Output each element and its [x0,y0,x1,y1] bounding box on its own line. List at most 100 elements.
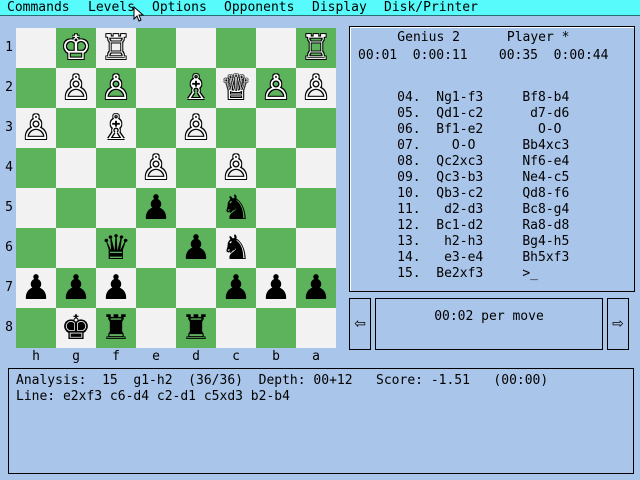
board-square-b2[interactable]: ♙ [256,68,296,108]
white-pawn-icon[interactable]: ♙ [256,68,296,108]
board-square-f6[interactable]: ♛ [96,228,136,268]
white-pawn-icon[interactable]: ♙ [296,68,336,108]
board-square-f7[interactable]: ♟ [96,268,136,308]
board-square-c5[interactable]: ♞ [216,188,256,228]
board-square-e8[interactable] [136,308,176,348]
board-square-d3[interactable]: ♙ [176,108,216,148]
black-pawn-icon[interactable]: ♟ [256,268,296,308]
white-pawn-icon[interactable]: ♙ [96,68,136,108]
black-king-icon[interactable]: ♚ [56,308,96,348]
black-knight-icon[interactable]: ♞ [216,188,256,228]
white-king-icon[interactable]: ♔ [56,28,96,68]
board-square-g2[interactable]: ♙ [56,68,96,108]
board-square-f8[interactable]: ♜ [96,308,136,348]
board-square-f4[interactable] [96,148,136,188]
board-square-a6[interactable] [296,228,336,268]
board-square-b8[interactable] [256,308,296,348]
black-pawn-icon[interactable]: ♟ [176,228,216,268]
board-square-a5[interactable] [296,188,336,228]
board-square-d6[interactable]: ♟ [176,228,216,268]
black-pawn-icon[interactable]: ♟ [136,188,176,228]
next-move-button[interactable]: ⇨ [607,298,629,350]
board-square-c8[interactable] [216,308,256,348]
board-square-g7[interactable]: ♟ [56,268,96,308]
board-square-b1[interactable] [256,28,296,68]
white-pawn-icon[interactable]: ♙ [216,148,256,188]
board-square-b7[interactable]: ♟ [256,268,296,308]
menu-levels[interactable]: Levels [86,0,137,16]
previous-move-button[interactable]: ⇦ [349,298,371,350]
board-square-c1[interactable] [216,28,256,68]
white-rook-icon[interactable]: ♖ [96,28,136,68]
board-square-e1[interactable] [136,28,176,68]
board-square-e4[interactable]: ♙ [136,148,176,188]
board-square-a7[interactable]: ♟ [296,268,336,308]
board-square-d5[interactable] [176,188,216,228]
menu-options[interactable]: Options [150,0,209,16]
black-pawn-icon[interactable]: ♟ [56,268,96,308]
black-pawn-icon[interactable]: ♟ [16,268,56,308]
board-square-a2[interactable]: ♙ [296,68,336,108]
black-queen-icon[interactable]: ♛ [96,228,136,268]
board-square-g3[interactable] [56,108,96,148]
board-square-e7[interactable] [136,268,176,308]
menu-opponents[interactable]: Opponents [222,0,296,16]
board-square-d1[interactable] [176,28,216,68]
board-square-c7[interactable]: ♟ [216,268,256,308]
board-square-g6[interactable] [56,228,96,268]
board-square-b6[interactable] [256,228,296,268]
board-square-d7[interactable] [176,268,216,308]
board-square-d8[interactable]: ♜ [176,308,216,348]
black-pawn-icon[interactable]: ♟ [216,268,256,308]
board-square-h8[interactable] [16,308,56,348]
board-square-f5[interactable] [96,188,136,228]
board-square-b3[interactable] [256,108,296,148]
black-knight-icon[interactable]: ♞ [216,228,256,268]
board-square-b5[interactable] [256,188,296,228]
board-square-c3[interactable] [216,108,256,148]
black-pawn-icon[interactable]: ♟ [96,268,136,308]
white-bishop-icon[interactable]: ♗ [96,108,136,148]
board-square-h6[interactable] [16,228,56,268]
board-square-e5[interactable]: ♟ [136,188,176,228]
board-square-c2[interactable]: ♕ [216,68,256,108]
board-square-c6[interactable]: ♞ [216,228,256,268]
board-square-a4[interactable] [296,148,336,188]
board-square-a3[interactable] [296,108,336,148]
chess-board[interactable]: ♔ ♖ ♖ ♙ ♙ ♗ ♕ ♙ ♙ ♙ ♗ ♙ ♙ ♙ ♟ ♞ ♛ ♟ ♞ ♟ ♟ ♟ ♟ ♟ ♟ ♚ ♜ ♜ [16,28,336,348]
board-square-g4[interactable] [56,148,96,188]
white-pawn-icon[interactable]: ♙ [16,108,56,148]
menu-display[interactable]: Display [310,0,369,16]
white-pawn-icon[interactable]: ♙ [56,68,96,108]
board-square-h4[interactable] [16,148,56,188]
menu-disk-printer[interactable]: Disk/Printer [382,0,480,16]
black-rook-icon[interactable]: ♜ [176,308,216,348]
white-pawn-icon[interactable]: ♙ [136,148,176,188]
board-square-e3[interactable] [136,108,176,148]
board-square-a1[interactable]: ♖ [296,28,336,68]
board-square-h2[interactable] [16,68,56,108]
black-rook-icon[interactable]: ♜ [96,308,136,348]
board-square-e6[interactable] [136,228,176,268]
white-queen-icon[interactable]: ♕ [216,68,256,108]
board-square-f1[interactable]: ♖ [96,28,136,68]
board-square-g8[interactable]: ♚ [56,308,96,348]
menu-commands[interactable]: Commands [5,0,72,16]
white-rook-icon[interactable]: ♖ [296,28,336,68]
board-square-g1[interactable]: ♔ [56,28,96,68]
black-pawn-icon[interactable]: ♟ [296,268,336,308]
board-square-c4[interactable]: ♙ [216,148,256,188]
white-pawn-icon[interactable]: ♙ [176,108,216,148]
board-square-h7[interactable]: ♟ [16,268,56,308]
board-square-f3[interactable]: ♗ [96,108,136,148]
board-square-e2[interactable] [136,68,176,108]
board-square-a8[interactable] [296,308,336,348]
board-square-h5[interactable] [16,188,56,228]
board-square-g5[interactable] [56,188,96,228]
board-square-h3[interactable]: ♙ [16,108,56,148]
white-bishop-icon[interactable]: ♗ [176,68,216,108]
board-square-d4[interactable] [176,148,216,188]
board-square-h1[interactable] [16,28,56,68]
board-square-b4[interactable] [256,148,296,188]
board-square-f2[interactable]: ♙ [96,68,136,108]
